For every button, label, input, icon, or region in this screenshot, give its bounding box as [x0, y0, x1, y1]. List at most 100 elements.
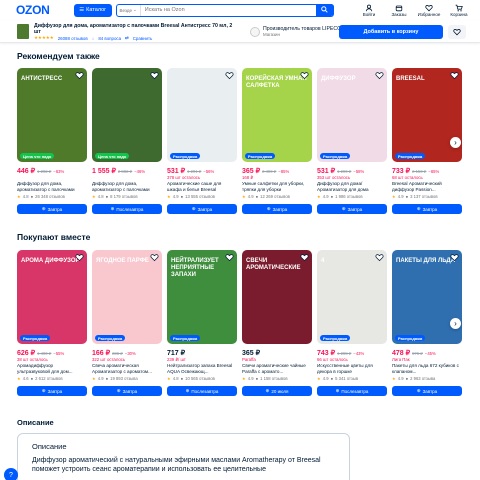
catalog-button[interactable]: ☰ Каталог [73, 3, 112, 17]
login-button[interactable]: Войти [354, 4, 384, 17]
cart-icon: ⊕ [41, 206, 46, 211]
orders-button[interactable]: Заказы [384, 4, 414, 17]
product-name[interactable]: Свечи ароматические чайные Paraffa с аро… [242, 363, 312, 374]
product-name[interactable]: Умные салфетки для уборки, тряпки для уб… [242, 181, 312, 192]
product-name[interactable]: Свеча ароматическая Ароматизатор с арома… [92, 363, 162, 374]
price: 733 ₽ [392, 168, 411, 175]
ozon-logo[interactable]: OZON [16, 3, 50, 17]
delivery-cart-button[interactable]: ⊕ Завтра [17, 386, 87, 396]
product-image[interactable]: BREESAL Распродажа [392, 68, 462, 162]
product-image[interactable]: КОРЕЙСКАЯ УМНАЯ САЛФЕТКА Распродажа [242, 68, 312, 162]
product-card[interactable]: АНТИСТРЕСС Цена что надо 446 ₽1 202 ₽ −63% Д… [17, 68, 87, 214]
chevron-right-icon: › [454, 319, 457, 328]
heart-icon[interactable] [450, 253, 459, 262]
product-image[interactable]: СВЕЧИ АРОМАТИЧЕСКИЕ [242, 250, 312, 344]
rating-value: 4.8 [22, 194, 29, 199]
heart-icon[interactable] [375, 71, 384, 80]
compare-link[interactable]: Сравнить [133, 36, 153, 41]
product-card[interactable]: ДИФФУЗОР Распродажа 531 ₽1 290 ₽ −58% 353 шт… [317, 68, 387, 214]
cart-button[interactable]: Корзина [444, 4, 474, 17]
delivery-cart-button[interactable]: ⊕ Послезавтра [317, 386, 387, 396]
delivery-cart-button[interactable]: ⊕ Завтра [317, 204, 387, 214]
product-name[interactable]: Аромадиффузор ультразвуковой для дом... [17, 363, 87, 374]
heart-icon[interactable] [225, 253, 234, 262]
product-image[interactable]: АНТИСТРЕСС Цена что надо [17, 68, 87, 162]
product-image[interactable]: ЯГОДНОЕ ПАРФЕ Распродажа [92, 250, 162, 344]
product-name[interactable]: Нейтрализатор запаха Breesal AQUA Освежа… [167, 363, 237, 374]
product-card[interactable]: Распродажа 531 ₽1 201 ₽ −56% 378 шт осталос… [167, 68, 237, 214]
delivery-cart-button[interactable]: ⊕ Завтра [242, 204, 312, 214]
product-card[interactable]: Цена что надо 1 555 ₽2 882 ₽ −46% Диффузор … [92, 68, 162, 214]
delivery-label: 20 июля [271, 388, 289, 394]
product-badge: Распродажа [170, 335, 201, 341]
old-price: 1 201 ₽ [187, 169, 202, 174]
delivery-cart-button[interactable]: ⊕ 20 июля [242, 386, 312, 396]
product-image-caption: ДИФФУЗОР [321, 76, 356, 82]
rating-value: 4.8 [97, 194, 104, 199]
bought-together-carousel: АРОМА ДИФФУЗОР Распродажа 626 ₽1 400 ₽ −55%… [17, 250, 467, 396]
search-scope-select[interactable]: Везде ⌄ [117, 4, 141, 16]
product-card[interactable]: НЕЙТРАЛИЗУЕТ НЕПРИЯТНЫЕ ЗАПАХИ Распродажа… [167, 250, 237, 396]
product-card[interactable]: ЯГОДНОЕ ПАРФЕ Распродажа 166 ₽236 ₽ −30% 322… [92, 250, 162, 396]
product-card[interactable]: 4 Распродажа 743 ₽1 298 ₽ −43% 66 шт осталос… [317, 250, 387, 396]
review-count: 10 565 отзывов [185, 376, 215, 381]
search-input[interactable] [140, 7, 333, 13]
favorites-button[interactable]: Избранное [414, 4, 444, 17]
help-chat-button[interactable]: ? [4, 468, 18, 480]
review-count: 13 555 отзывов [185, 194, 215, 199]
product-image[interactable]: ДИФФУЗОР Распродажа [317, 68, 387, 162]
carousel-next-button[interactable]: › [450, 318, 461, 329]
product-name[interactable]: Ароматические саше для шкафа и белья Bre… [167, 181, 237, 192]
delivery-cart-button[interactable]: ⊕ Завтра [167, 204, 237, 214]
chat-icon: ● [330, 194, 334, 199]
product-name[interactable]: Диффузор для дома/ Ароматизатор для дома [317, 181, 387, 192]
delivery-cart-button[interactable]: ⊕ Послезавтра [92, 204, 162, 214]
product-name[interactable]: Искусственные цветы для декора в горшке [317, 363, 387, 374]
rating-line: ★ 4.9 ● 1 986 отзывов [317, 194, 387, 199]
heart-icon[interactable] [150, 71, 159, 80]
heart-icon[interactable] [75, 71, 84, 80]
product-image[interactable]: 4 Распродажа [317, 250, 387, 344]
product-image[interactable]: АРОМА ДИФФУЗОР Распродажа [17, 250, 87, 344]
add-to-cart-button[interactable]: Добавить в корзину [339, 25, 443, 39]
carousel-next-button[interactable]: › [450, 137, 461, 148]
price-line: 733 ₽2 150 ₽ −65% [392, 167, 462, 175]
heart-icon[interactable] [75, 253, 84, 262]
product-image[interactable]: Цена что надо [92, 68, 162, 162]
delivery-cart-button[interactable]: ⊕ Послезавтра [167, 386, 237, 396]
heart-icon[interactable] [375, 253, 384, 262]
delivery-cart-button[interactable]: ⊕ Завтра [92, 386, 162, 396]
section-title-description: Описание [17, 418, 54, 427]
product-name[interactable]: Пакеты для льда 672 кубиков с клапаном..… [392, 363, 462, 374]
product-card[interactable]: СВЕЧИ АРОМАТИЧЕСКИЕ 365 ₽ Paraffa Свечи аро… [242, 250, 312, 396]
old-price: 2 499 ₽ [262, 169, 277, 174]
favorite-button[interactable] [448, 25, 466, 39]
price-line: 717 ₽ [167, 349, 237, 357]
description-text: Диффузор ароматический с натуральными эф… [32, 457, 321, 473]
heart-icon[interactable] [150, 253, 159, 262]
reviews-link[interactable]: 26088 отзывов [58, 36, 88, 41]
delivery-cart-button[interactable]: ⊕ Завтра [17, 204, 87, 214]
product-image[interactable]: ПАКЕТЫ ДЛЯ ЛЬДА Распродажа [392, 250, 462, 344]
price: 365 ₽ [242, 350, 261, 357]
product-name[interactable]: Диффузор для дома, ароматизатор с палочк… [92, 181, 162, 192]
product-image[interactable]: НЕЙТРАЛИЗУЕТ НЕПРИЯТНЫЕ ЗАПАХИ Распродажа [167, 250, 237, 344]
delivery-cart-button[interactable]: ⊕ Завтра [392, 204, 462, 214]
cart-icon: ⊕ [116, 388, 121, 393]
delivery-cart-button[interactable]: ⊕ Завтра [392, 386, 462, 396]
heart-icon[interactable] [225, 71, 234, 80]
product-name[interactable]: Breesal Ароматический диффузор Passion..… [392, 181, 462, 192]
seller-subtitle: Магазин [263, 32, 280, 37]
product-name[interactable]: Диффузор для дома, ароматизатор с палочк… [17, 181, 87, 192]
delivery-label: Завтра [197, 206, 213, 212]
questions-link[interactable]: 84 вопроса [98, 36, 121, 41]
product-card[interactable]: КОРЕЙСКАЯ УМНАЯ САЛФЕТКА Распродажа 365 ₽2… [242, 68, 312, 214]
product-image-caption: ПАКЕТЫ ДЛЯ ЛЬДА [396, 258, 456, 264]
product-image[interactable]: Распродажа [167, 68, 237, 162]
search-button[interactable] [315, 3, 334, 16]
heart-icon[interactable] [300, 71, 309, 80]
heart-icon[interactable] [300, 253, 309, 262]
seller-info[interactable]: Производитель товаров LIPECO Магазин [250, 26, 341, 37]
product-card[interactable]: АРОМА ДИФФУЗОР Распродажа 626 ₽1 400 ₽ −55%… [17, 250, 87, 396]
heart-icon[interactable] [450, 71, 459, 80]
